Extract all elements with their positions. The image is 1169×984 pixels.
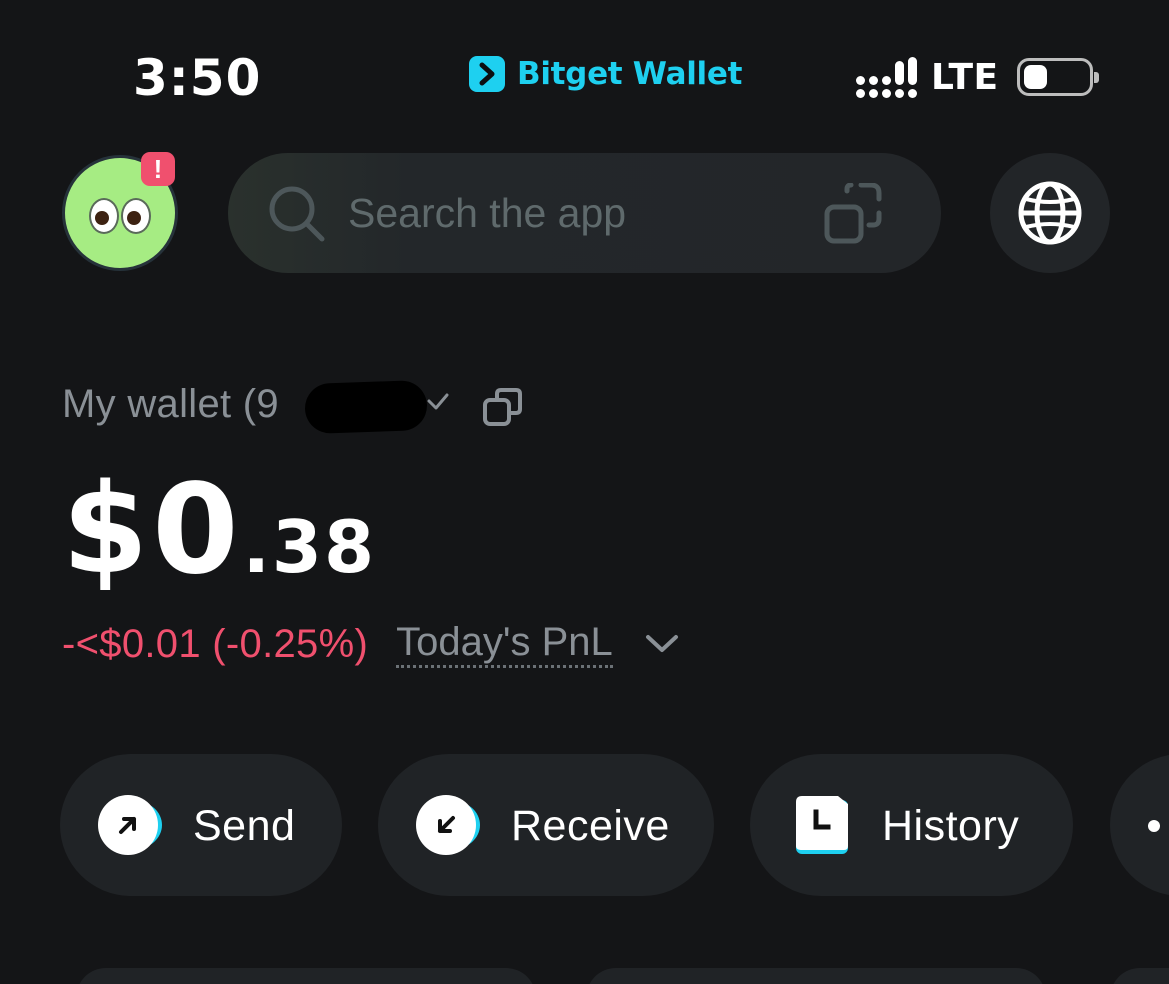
receive-button[interactable]: Receive xyxy=(378,754,714,896)
brand: Bitget Wallet xyxy=(469,56,742,92)
pnl-value: -<$0.01 (-0.25%) xyxy=(62,621,369,666)
wallet-home-screen: 3:50 Bitget Wallet LTE ! Search the app … xyxy=(0,0,1169,984)
redacted-address xyxy=(304,379,428,435)
avatar-eye-icon xyxy=(89,198,119,234)
balance-decimal: .38 xyxy=(242,505,377,589)
status-indicators: LTE xyxy=(856,56,1099,98)
history-clock-icon xyxy=(794,794,864,854)
more-icon xyxy=(1148,820,1160,832)
more-actions-button[interactable] xyxy=(1110,754,1169,896)
pnl-period-label[interactable]: Today's PnL xyxy=(396,620,613,668)
history-label: History xyxy=(882,802,1020,850)
wallet-selector[interactable]: My wallet (9 xyxy=(62,379,522,435)
send-button[interactable]: Send xyxy=(60,754,342,896)
search-icon xyxy=(266,183,330,252)
status-time: 3:50 xyxy=(133,49,262,107)
bitget-logo-icon xyxy=(469,56,505,92)
network-type: LTE xyxy=(931,56,999,98)
scan-icon[interactable] xyxy=(821,182,885,252)
language-globe-button[interactable] xyxy=(990,153,1110,273)
brand-name: Bitget Wallet xyxy=(517,56,743,92)
chevron-down-icon xyxy=(426,392,450,417)
chevron-down-icon[interactable] xyxy=(645,633,679,660)
bottom-card[interactable] xyxy=(76,968,536,984)
avatar-eye-icon xyxy=(121,198,151,234)
globe-icon xyxy=(1018,181,1082,245)
total-balance: $0 .38 xyxy=(62,468,376,592)
balance-integer: $0 xyxy=(62,458,243,602)
notification-badge: ! xyxy=(141,152,175,186)
arrow-down-left-icon xyxy=(416,795,486,855)
battery-icon xyxy=(1016,58,1099,96)
arrow-up-right-icon xyxy=(98,795,168,855)
receive-label: Receive xyxy=(511,802,670,850)
cellular-signal-icon xyxy=(856,56,917,98)
bottom-card[interactable] xyxy=(586,968,1046,984)
bottom-card[interactable] xyxy=(1110,968,1169,984)
pnl-row: -<$0.01 (-0.25%) Today's PnL xyxy=(62,620,679,668)
copy-icon[interactable] xyxy=(482,386,524,433)
wallet-name: My wallet (9 xyxy=(62,382,279,426)
send-label: Send xyxy=(193,802,296,850)
history-button[interactable]: History xyxy=(750,754,1073,896)
search-bar[interactable] xyxy=(228,153,941,273)
